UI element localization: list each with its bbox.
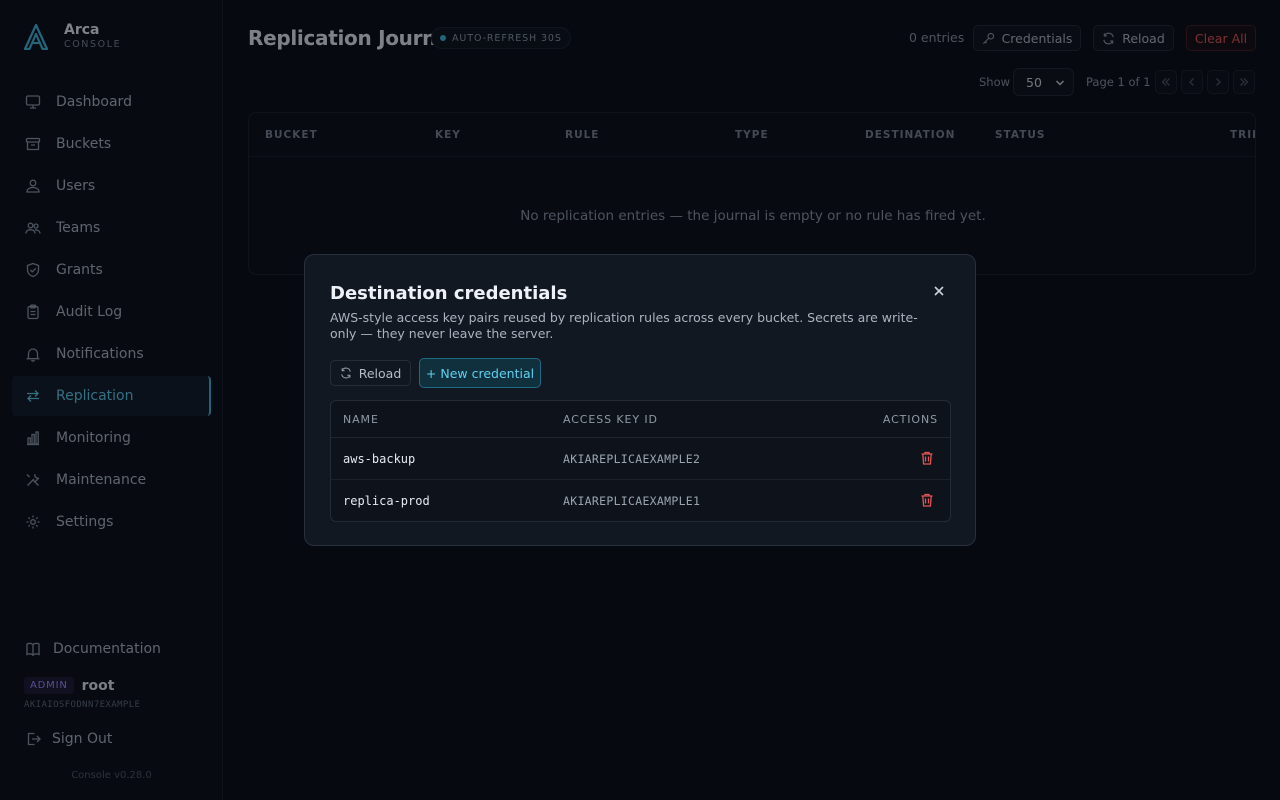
dialog-title: Destination credentials xyxy=(330,283,568,304)
credential-access-key: AKIAREPLICAEXAMPLE2 xyxy=(563,452,701,466)
new-credential-button[interactable]: + New credential xyxy=(419,358,541,388)
trash-icon[interactable] xyxy=(919,492,935,508)
refresh-icon xyxy=(340,367,351,379)
column-header-actions: ACTIONS xyxy=(882,413,938,426)
dialog-reload-button[interactable]: Reload xyxy=(330,360,411,386)
credential-access-key: AKIAREPLICAEXAMPLE1 xyxy=(563,494,701,508)
column-header-name: NAME xyxy=(343,413,379,426)
credentials-dialog: Destination credentials AWS-style access… xyxy=(304,254,976,546)
credential-name: aws-backup xyxy=(343,452,416,466)
credentials-table: NAME ACCESS KEY ID ACTIONS aws-backup AK… xyxy=(330,400,951,522)
table-row: aws-backup AKIAREPLICAEXAMPLE2 xyxy=(331,438,950,480)
column-header-access-key: ACCESS KEY ID xyxy=(563,413,658,426)
trash-icon[interactable] xyxy=(919,450,935,466)
close-icon[interactable] xyxy=(931,283,947,299)
table-row: replica-prod AKIAREPLICAEXAMPLE1 xyxy=(331,480,950,521)
dialog-reload-label: Reload xyxy=(358,365,402,381)
credential-name: replica-prod xyxy=(343,494,430,508)
dialog-description: AWS-style access key pairs reused by rep… xyxy=(330,310,918,341)
credentials-table-header: NAME ACCESS KEY ID ACTIONS xyxy=(331,401,950,438)
